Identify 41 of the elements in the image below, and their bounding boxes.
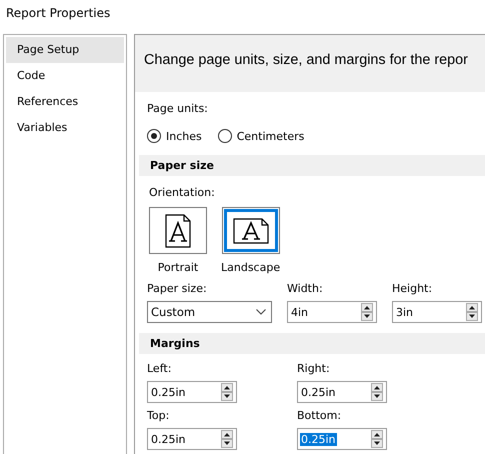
- field-label: Bottom:: [297, 409, 342, 422]
- field-label: Left:: [147, 362, 172, 375]
- sidebar-item[interactable]: Page Setup: [6, 37, 124, 63]
- field-label: Paper size:: [147, 282, 208, 295]
- spin-arrows-icon[interactable]: [221, 383, 233, 401]
- window-title: Report Properties: [5, 5, 112, 22]
- number-field[interactable]: 3in: [392, 301, 482, 323]
- page-heading: Change page units, size, and margins for the repor: [135, 35, 485, 92]
- radio-button[interactable]: [218, 129, 232, 143]
- sidebar-item[interactable]: Variables: [6, 115, 124, 141]
- section-heading: Margins: [139, 333, 485, 354]
- spin-arrows-icon[interactable]: [371, 383, 383, 401]
- field-label: Top:: [147, 409, 170, 422]
- orientation-label: Portrait: [158, 261, 198, 274]
- number-field[interactable]: 4in: [287, 301, 377, 323]
- orientation-label: Landscape: [221, 261, 280, 274]
- portrait-page-icon: [165, 214, 191, 248]
- section-heading: Paper size: [139, 155, 485, 176]
- landscape-page-icon: [232, 218, 269, 244]
- field-label: Orientation:: [149, 186, 216, 199]
- radio-button[interactable]: [147, 129, 161, 143]
- spin-arrows-icon[interactable]: [371, 430, 383, 448]
- field-label: Page units:: [147, 102, 209, 115]
- number-field[interactable]: 0.25in: [297, 381, 387, 403]
- radio-label: Inches: [166, 130, 202, 142]
- spin-arrows-icon[interactable]: [221, 430, 233, 448]
- paper-size-dropdown[interactable]: Custom: [147, 301, 272, 323]
- orientation-button[interactable]: [222, 207, 280, 254]
- spin-arrows-icon[interactable]: [361, 303, 373, 321]
- orientation-button[interactable]: [149, 207, 207, 254]
- field-label: Height:: [392, 282, 434, 295]
- chevron-down-icon: [256, 309, 266, 315]
- number-field[interactable]: 0.25in: [147, 381, 237, 403]
- field-label: Width:: [287, 282, 324, 295]
- number-field[interactable]: 0.25in: [297, 428, 387, 450]
- sidebar-item[interactable]: Code: [6, 63, 124, 89]
- sidebar-item[interactable]: References: [6, 89, 124, 115]
- radio-label: Centimeters: [236, 130, 304, 142]
- spin-arrows-icon[interactable]: [466, 303, 478, 321]
- number-field[interactable]: 0.25in: [147, 428, 237, 450]
- field-label: Right:: [297, 362, 331, 375]
